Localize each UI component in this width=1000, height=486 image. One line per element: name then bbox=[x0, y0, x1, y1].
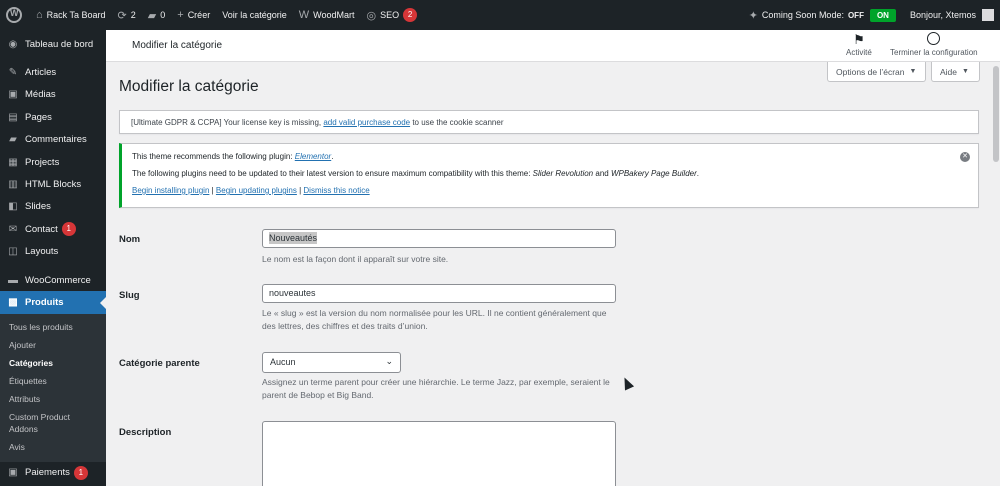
help-button[interactable]: Aide ▼ bbox=[931, 62, 980, 82]
updates-icon: ⟳ bbox=[117, 9, 127, 22]
layout-icon: ◫ bbox=[8, 246, 18, 258]
sidebar-item-slides[interactable]: ◧ Slides bbox=[0, 196, 106, 218]
seo-icon: ◎ bbox=[366, 9, 377, 22]
media-icon: ▣ bbox=[8, 89, 18, 101]
portfolio-icon: ▦ bbox=[8, 156, 18, 168]
plugin-recommend-text: This theme recommends the following plug… bbox=[132, 152, 334, 161]
name-input[interactable]: Nouveautés bbox=[262, 229, 616, 248]
submenu-tags[interactable]: Étiquettes bbox=[0, 372, 106, 390]
sidebar-item-dashboard[interactable]: ◉ Tableau de bord bbox=[0, 33, 106, 55]
submenu-all-products[interactable]: Tous les produits bbox=[0, 318, 106, 336]
admin-sidebar: ◉ Tableau de bord ✎ Articles ▣ Médias ▤ … bbox=[0, 30, 106, 486]
caret-down-icon: ▼ bbox=[962, 68, 969, 75]
slug-help: Le « slug » est la version du nom normal… bbox=[262, 308, 607, 331]
sidebar-item-articles[interactable]: ✎ Articles bbox=[0, 61, 106, 83]
submenu-attributes[interactable]: Attributs bbox=[0, 390, 106, 408]
products-submenu: Tous les produits Ajouter Catégories Éti… bbox=[0, 313, 106, 462]
elementor-link[interactable]: Elementor bbox=[295, 152, 331, 161]
updates-link[interactable]: ⟳ 2 bbox=[118, 9, 136, 22]
name-help: Le nom est la façon dont il apparaît sur… bbox=[262, 254, 449, 264]
page-icon: ▤ bbox=[8, 111, 18, 123]
pin-icon: ✎ bbox=[8, 67, 18, 79]
flag-icon: ⚑ bbox=[853, 32, 865, 47]
purchase-code-link[interactable]: add valid purchase code bbox=[323, 118, 410, 127]
parent-category-label: Catégorie parente bbox=[119, 358, 200, 369]
sidebar-item-produits[interactable]: ▩ Produits bbox=[0, 291, 106, 314]
slides-icon: ◧ bbox=[8, 201, 18, 213]
sidebar-item-pages[interactable]: ▤ Pages bbox=[0, 106, 106, 128]
activity-button[interactable]: ⚑ Activité bbox=[846, 32, 872, 57]
chevron-down-icon: ⌄ bbox=[385, 356, 393, 366]
sidebar-item-comments[interactable]: ▰ Commentaires bbox=[0, 129, 106, 151]
plus-icon: + bbox=[177, 9, 184, 21]
name-label: Nom bbox=[119, 234, 141, 245]
dashboard-icon: ◉ bbox=[8, 38, 18, 50]
woocommerce-icon: ▬ bbox=[8, 274, 18, 286]
submenu-custom-addons[interactable]: Custom Product Addons bbox=[0, 408, 106, 438]
slug-label: Slug bbox=[119, 290, 140, 301]
coming-soon-off[interactable]: OFF bbox=[848, 11, 864, 20]
sidebar-item-contact[interactable]: ✉ Contact 1 bbox=[0, 218, 106, 240]
top-header: Modifier la catégorie ⚑ Activité Termine… bbox=[106, 30, 1000, 62]
sidebar-item-html-blocks[interactable]: ▥ HTML Blocks bbox=[0, 173, 106, 195]
payments-icon: ▣ bbox=[8, 467, 18, 479]
page-title: Modifier la catégorie bbox=[119, 78, 259, 95]
coming-soon-on-toggle[interactable]: ON bbox=[869, 8, 896, 22]
mouse-cursor-icon bbox=[619, 375, 635, 391]
archive-icon: ▩ bbox=[8, 296, 18, 308]
parent-category-select[interactable]: Aucun ⌄ bbox=[262, 352, 401, 373]
sidebar-item-medias[interactable]: ▣ Médias bbox=[0, 84, 106, 106]
mail-icon: ✉ bbox=[8, 223, 18, 235]
home-icon: ⌂ bbox=[36, 9, 43, 21]
admin-bar-right: ✦ Coming Soon Mode: OFF ON Bonjour, Xtem… bbox=[748, 8, 994, 22]
dismiss-notice-link[interactable]: Dismiss this notice bbox=[303, 186, 369, 195]
comment-icon: ▰ bbox=[9, 134, 17, 146]
bulb-icon: ✦ bbox=[748, 9, 758, 22]
screen-options-button[interactable]: Options de l’écran ▼ bbox=[827, 62, 926, 82]
finish-setup-button[interactable]: Terminer la configuration bbox=[890, 32, 978, 57]
comments-link[interactable]: ▰ 0 bbox=[148, 9, 165, 22]
sidebar-item-woocommerce[interactable]: ▬ WooCommerce bbox=[0, 269, 106, 291]
site-name-link[interactable]: ⌂ Rack Ta Board bbox=[36, 9, 106, 21]
seo-badge: 2 bbox=[403, 8, 418, 22]
page-scrollbar[interactable] bbox=[992, 62, 1000, 486]
avatar[interactable] bbox=[982, 9, 994, 21]
submenu-add[interactable]: Ajouter bbox=[0, 336, 106, 354]
coming-soon-label: Coming Soon Mode: bbox=[761, 10, 844, 20]
sidebar-item-payments[interactable]: ▣ Paiements 1 bbox=[0, 462, 106, 484]
seo-menu[interactable]: ◎ SEO 2 bbox=[367, 8, 418, 22]
wordpress-logo-icon[interactable] bbox=[6, 7, 22, 23]
submenu-reviews[interactable]: Avis bbox=[0, 438, 106, 456]
parent-category-help: Assignez un terme parent pour créer une … bbox=[262, 377, 610, 400]
sidebar-item-projects[interactable]: ▦ Projects bbox=[0, 151, 106, 173]
begin-updating-link[interactable]: Begin updating plugins bbox=[216, 186, 297, 195]
blocks-icon: ▥ bbox=[8, 179, 18, 191]
sidebar-item-layouts[interactable]: ◫ Layouts bbox=[0, 241, 106, 263]
greeting[interactable]: Bonjour, Xtemos bbox=[910, 10, 976, 20]
plugins-notice: This theme recommends the following plug… bbox=[119, 143, 979, 208]
plugin-update-text: The following plugins need to be updated… bbox=[132, 169, 699, 178]
submenu-categories[interactable]: Catégories bbox=[0, 354, 106, 372]
description-label: Description bbox=[119, 427, 172, 438]
woodmart-icon: W bbox=[298, 9, 310, 21]
view-category-link[interactable]: Voir la catégorie bbox=[222, 10, 287, 20]
caret-down-icon: ▼ bbox=[909, 68, 917, 75]
admin-bar: ⌂ Rack Ta Board ⟳ 2 ▰ 0 + Créer Voir la … bbox=[0, 0, 1000, 30]
begin-installing-link[interactable]: Begin installing plugin bbox=[132, 186, 209, 195]
woodmart-menu[interactable]: W WoodMart bbox=[299, 9, 355, 21]
scrollbar-thumb[interactable] bbox=[993, 66, 999, 162]
create-menu[interactable]: + Créer bbox=[177, 9, 210, 21]
gdpr-notice: [Ultimate GDPR & CCPA] Your license key … bbox=[119, 110, 979, 134]
description-textarea[interactable] bbox=[262, 421, 616, 486]
progress-circle-icon bbox=[890, 32, 978, 48]
payments-badge: 1 bbox=[73, 465, 88, 480]
close-icon[interactable]: ✕ bbox=[960, 152, 970, 162]
comment-icon: ▰ bbox=[147, 9, 157, 22]
header-title: Modifier la catégorie bbox=[132, 40, 223, 51]
contact-badge: 1 bbox=[61, 222, 76, 237]
slug-input[interactable]: nouveautes bbox=[262, 284, 616, 303]
plugin-actions: Begin installing plugin | Begin updating… bbox=[132, 186, 370, 195]
